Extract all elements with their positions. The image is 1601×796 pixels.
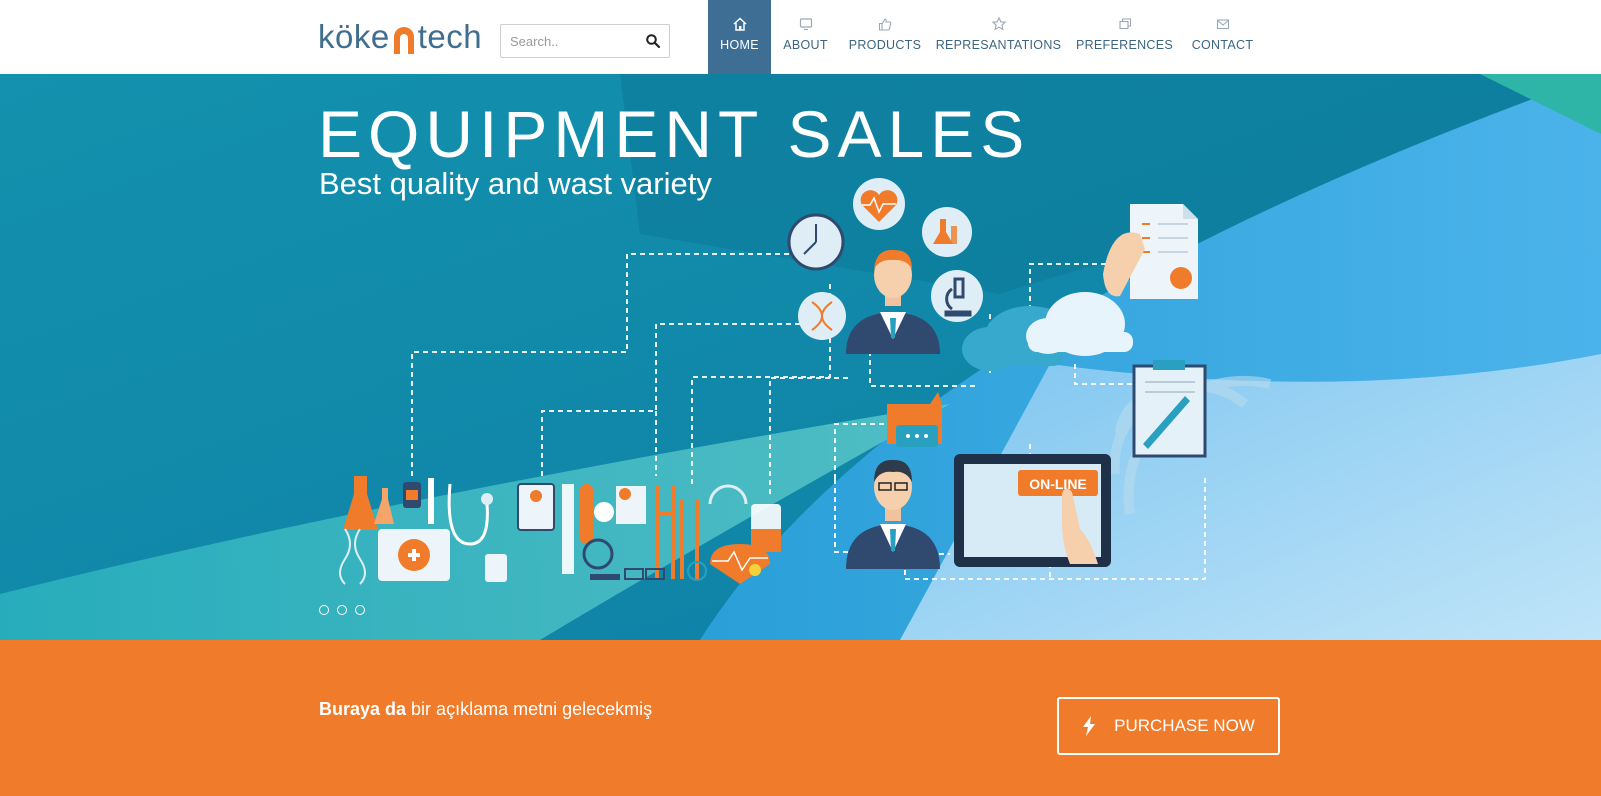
- nav-label-contact: CONTACT: [1191, 38, 1254, 52]
- hero-slider: EQUIPMENT SALES Best quality and wast va…: [0, 74, 1601, 640]
- star-icon: [990, 16, 1007, 32]
- nav-label-about: ABOUT: [783, 38, 828, 52]
- logo-n-mark: [391, 25, 417, 55]
- medical-illustration: ON-LINE: [339, 178, 1272, 585]
- clipboard-icon: [1132, 360, 1207, 458]
- purchase-now-button[interactable]: PURCHASE NOW: [1057, 697, 1280, 755]
- slider-dot-3[interactable]: [355, 605, 365, 615]
- heart-pulse-icon: [853, 178, 905, 230]
- nav-item-contact[interactable]: CONTACT: [1182, 0, 1263, 74]
- online-badge: ON-LINE: [1029, 476, 1087, 492]
- cloud-icon: [962, 292, 1133, 371]
- medical-equipment-group: [339, 476, 781, 585]
- main-nav: HOME ABOUT PRODUCTS REPRESANTATIONS PREF…: [708, 0, 1263, 74]
- windows-icon: [1117, 16, 1133, 32]
- nav-label-home: HOME: [720, 38, 759, 52]
- slider-dots: [319, 605, 365, 615]
- search-icon[interactable]: [645, 33, 661, 49]
- nav-item-home[interactable]: HOME: [708, 0, 771, 74]
- consultant-avatar-icon: [846, 459, 940, 569]
- flask-icon: [922, 207, 972, 257]
- cta-text: Buraya da bir açıklama metni gelecekmiş: [319, 699, 652, 720]
- nav-item-about[interactable]: ABOUT: [771, 0, 840, 74]
- chat-bubble-icon: [887, 392, 942, 447]
- slider-dot-2[interactable]: [337, 605, 347, 615]
- logo-text-left: köke: [318, 18, 390, 55]
- clock-icon: [787, 213, 845, 271]
- nav-item-products[interactable]: PRODUCTS: [840, 0, 930, 74]
- lightning-icon: [1083, 716, 1096, 736]
- microscope-icon: [931, 270, 983, 322]
- home-icon: [732, 16, 748, 32]
- cta-text-rest: bir açıklama metni gelecekmiş: [406, 699, 653, 719]
- envelope-icon: [1215, 16, 1231, 32]
- dna-icon: [798, 292, 846, 340]
- logo[interactable]: köke tech: [318, 18, 482, 60]
- doctor-avatar-icon: [846, 249, 940, 354]
- search-box: [500, 24, 670, 58]
- nav-item-represantations[interactable]: REPRESANTATIONS: [930, 0, 1067, 74]
- monitor-icon: [798, 16, 814, 32]
- cta-band: Buraya da bir açıklama metni gelecekmiş …: [0, 640, 1601, 796]
- nav-label-products: PRODUCTS: [848, 38, 922, 52]
- purchase-now-label: PURCHASE NOW: [1114, 716, 1255, 735]
- site-header: köke tech HOME ABOUT PRODUCTS: [0, 0, 1601, 74]
- cta-text-bold: Buraya da: [319, 699, 407, 719]
- nav-item-preferences[interactable]: PREFERENCES: [1067, 0, 1182, 74]
- nav-label-represantations: REPRESANTATIONS: [935, 38, 1062, 52]
- logo-text-right: tech: [417, 18, 483, 55]
- nav-label-preferences: PREFERENCES: [1075, 38, 1174, 52]
- tablet-icon: [954, 454, 1111, 567]
- certificate-icon: [1103, 204, 1198, 299]
- slider-dot-1[interactable]: [319, 605, 329, 615]
- search-input[interactable]: [510, 32, 640, 50]
- thumbs-up-icon: [877, 16, 893, 32]
